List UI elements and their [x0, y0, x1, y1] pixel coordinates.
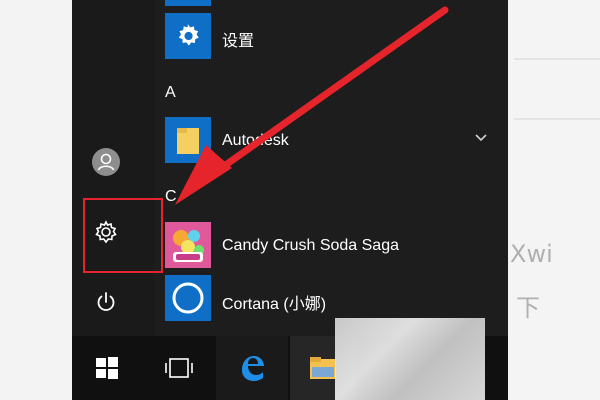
app-label-cortana[interactable]: Cortana (小娜) [222, 290, 326, 314]
folder-icon[interactable] [165, 117, 211, 163]
background-text-1: Xwi [510, 240, 553, 268]
start-rail [72, 0, 163, 336]
app-label-settings[interactable]: 设置 [222, 27, 254, 51]
start-menu: 设置 A Autodesk C Candy Crush Soda Saga Co… [72, 0, 508, 336]
app-tile-partial [165, 0, 211, 6]
section-letter-c[interactable]: C [165, 188, 177, 206]
background-left [0, 0, 72, 400]
settings-highlight-box [83, 198, 163, 273]
app-label-autodesk[interactable]: Autodesk [222, 132, 289, 150]
background-right: Xwi 下 [508, 0, 600, 400]
settings-app-tile-icon[interactable] [165, 13, 211, 59]
candy-crush-app-icon[interactable] [165, 222, 211, 268]
app-label-candy-crush[interactable]: Candy Crush Soda Saga [222, 237, 399, 255]
edge-icon[interactable] [216, 336, 288, 400]
background-text-2: 下 [516, 294, 540, 322]
windows-start-icon[interactable] [72, 336, 142, 400]
chevron-down-icon[interactable] [474, 130, 488, 144]
section-letter-a[interactable]: A [165, 84, 176, 102]
cortana-icon[interactable] [165, 275, 211, 321]
power-icon[interactable] [92, 288, 120, 316]
task-view-icon[interactable] [144, 336, 214, 400]
user-avatar-icon[interactable] [92, 148, 120, 176]
blur-overlay [335, 318, 485, 400]
